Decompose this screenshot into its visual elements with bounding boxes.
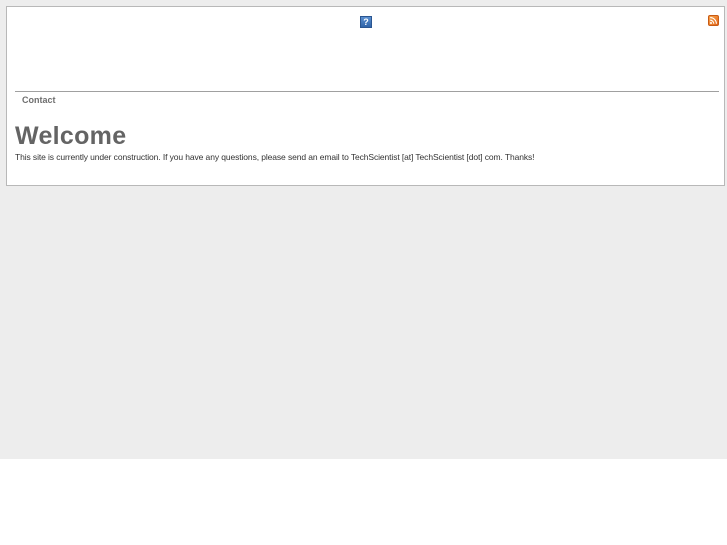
welcome-message: This site is currently under constructio… — [15, 152, 535, 162]
nav-item-contact[interactable]: Contact — [22, 95, 56, 105]
rss-feed-icon[interactable] — [708, 15, 719, 26]
nav-divider — [15, 91, 719, 92]
main-nav: Contact — [22, 95, 56, 105]
page-title: Welcome — [15, 122, 127, 150]
content-box: ? Contact Welcome This site is currently… — [6, 6, 725, 186]
help-icon[interactable]: ? — [360, 16, 372, 28]
rss-waves-icon — [710, 17, 717, 24]
